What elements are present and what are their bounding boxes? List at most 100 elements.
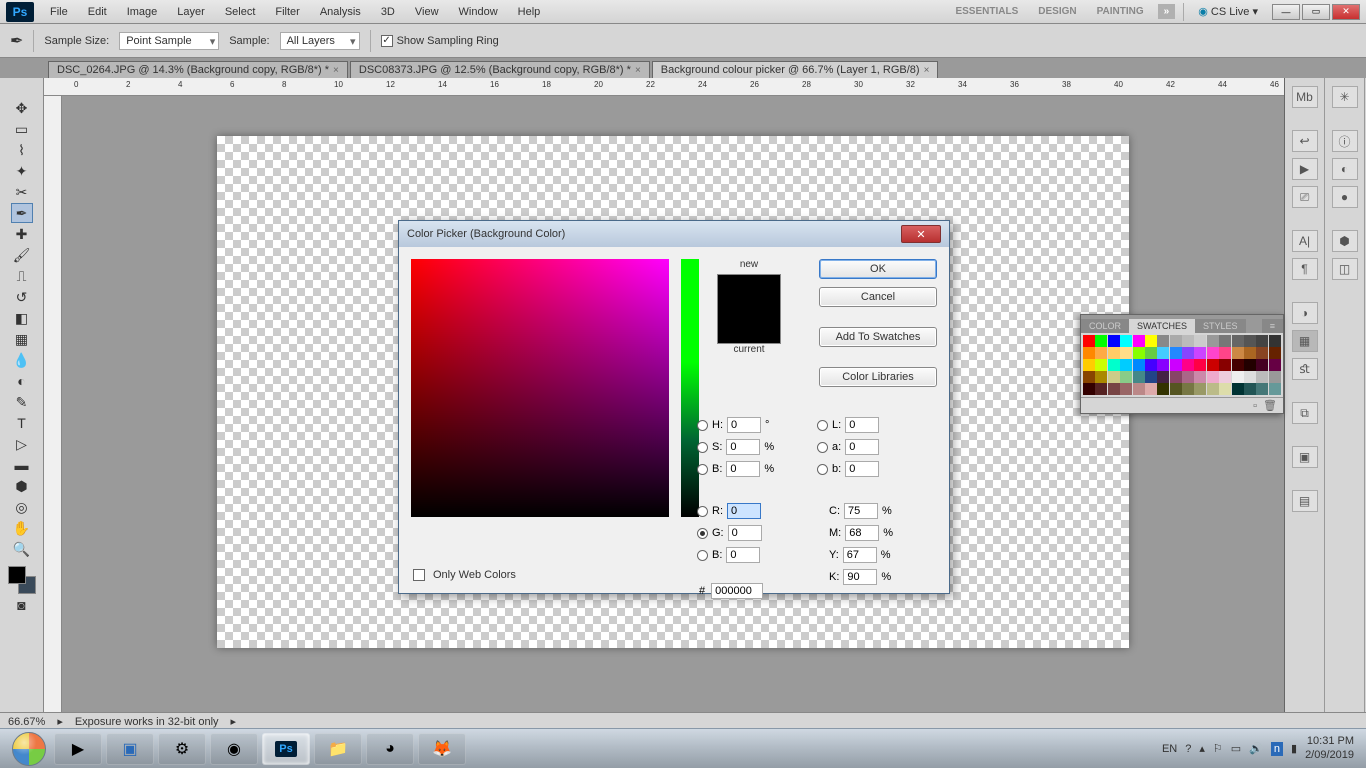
info-icon[interactable]: ⓘ [1332, 130, 1358, 152]
adjustments-icon[interactable]: ◐ [1332, 158, 1358, 180]
styles-tab[interactable]: STYLES [1195, 319, 1246, 333]
swatch-cell[interactable] [1207, 371, 1219, 383]
swatch-cell[interactable] [1194, 383, 1206, 395]
a-input[interactable]: 0 [845, 439, 879, 455]
swatch-cell[interactable] [1108, 383, 1120, 395]
swatch-cell[interactable] [1207, 359, 1219, 371]
swatch-cell[interactable] [1244, 383, 1256, 395]
l-input[interactable]: 0 [845, 417, 879, 433]
swatch-cell[interactable] [1133, 383, 1145, 395]
cancel-button[interactable]: Cancel [819, 287, 937, 307]
swatch-cell[interactable] [1219, 371, 1231, 383]
properties-icon[interactable]: ⎚ [1292, 186, 1318, 208]
color-swatches[interactable] [8, 566, 36, 594]
swatch-cell[interactable] [1133, 335, 1145, 347]
styles-icon[interactable]: ﬆ [1292, 358, 1318, 380]
swatch-cell[interactable] [1145, 383, 1157, 395]
dialog-close-button[interactable]: ✕ [901, 225, 941, 243]
workspace-design[interactable]: DESIGN [1032, 4, 1082, 19]
path-tool[interactable]: ▷ [11, 434, 33, 454]
swatch-cell[interactable] [1120, 383, 1132, 395]
magic-wand-tool[interactable]: ✦ [11, 161, 33, 181]
swatch-cell[interactable] [1256, 371, 1268, 383]
l-radio[interactable] [817, 420, 828, 431]
character-icon[interactable]: A| [1292, 230, 1318, 252]
workspace-painting[interactable]: PAINTING [1091, 4, 1150, 19]
minibridge-icon[interactable]: Mb [1292, 86, 1318, 108]
swatch-cell[interactable] [1170, 347, 1182, 359]
swatch-cell[interactable] [1170, 335, 1182, 347]
move-tool[interactable]: ✥ [11, 98, 33, 118]
menu-layer[interactable]: Layer [167, 3, 215, 21]
swatch-cell[interactable] [1157, 347, 1169, 359]
swatch-cell[interactable] [1219, 335, 1231, 347]
tray-app-icon[interactable]: n [1271, 742, 1283, 756]
hex-input[interactable]: 000000 [711, 583, 763, 599]
lab-b-input[interactable]: 0 [845, 461, 879, 477]
swatch-cell[interactable] [1194, 371, 1206, 383]
menu-view[interactable]: View [405, 3, 449, 21]
marquee-tool[interactable]: ▭ [11, 119, 33, 139]
document-tab-active[interactable]: Background colour picker @ 66.7% (Layer … [652, 61, 939, 78]
hand-tool[interactable]: ✋ [11, 518, 33, 538]
swatch-cell[interactable] [1244, 347, 1256, 359]
workspace-essentials[interactable]: ESSENTIALS [949, 4, 1024, 19]
document-tab[interactable]: DSC08373.JPG @ 12.5% (Background copy, R… [350, 61, 650, 78]
menu-image[interactable]: Image [117, 3, 168, 21]
swatch-cell[interactable] [1232, 359, 1244, 371]
hue-slider[interactable] [681, 259, 699, 517]
panel-menu-icon[interactable]: ≡ [1262, 319, 1283, 333]
sample-size-dropdown[interactable]: Point Sample [119, 32, 219, 50]
swatch-cell[interactable] [1269, 335, 1281, 347]
healing-tool[interactable]: ✚ [11, 224, 33, 244]
tab-close-icon[interactable]: × [635, 65, 641, 76]
menu-help[interactable]: Help [508, 3, 551, 21]
measure-icon[interactable]: ◫ [1332, 258, 1358, 280]
color-libraries-button[interactable]: Color Libraries [819, 367, 937, 387]
swatch-cell[interactable] [1207, 347, 1219, 359]
swatch-cell[interactable] [1095, 371, 1107, 383]
swatch-cell[interactable] [1244, 371, 1256, 383]
k-input[interactable]: 90 [843, 569, 877, 585]
swatch-cell[interactable] [1182, 371, 1194, 383]
battery-icon[interactable]: ▮ [1291, 742, 1297, 755]
s-radio[interactable] [697, 442, 708, 453]
taskbar-chrome-icon[interactable]: ◕ [366, 733, 414, 765]
dialog-titlebar[interactable]: Color Picker (Background Color) ✕ [399, 221, 949, 247]
swatch-cell[interactable] [1219, 347, 1231, 359]
g-radio[interactable] [697, 528, 708, 539]
swatch-cell[interactable] [1157, 383, 1169, 395]
sample-dropdown[interactable]: All Layers [280, 32, 360, 50]
taskbar-mediaplayer-icon[interactable]: ▶ [54, 733, 102, 765]
b-input[interactable]: 0 [726, 461, 760, 477]
swatches-tab[interactable]: SWATCHES [1129, 319, 1195, 333]
h-input[interactable]: 0 [727, 417, 761, 433]
swatch-cell[interactable] [1108, 335, 1120, 347]
dodge-tool[interactable]: ◐ [11, 371, 33, 391]
taskbar-photoshop-icon[interactable]: Ps [262, 733, 310, 765]
shape-tool[interactable]: ▬ [11, 455, 33, 475]
swatch-cell[interactable] [1157, 371, 1169, 383]
lasso-tool[interactable]: ⌇ [11, 140, 33, 160]
swatch-cell[interactable] [1232, 371, 1244, 383]
swatch-cell[interactable] [1269, 371, 1281, 383]
swatch-cell[interactable] [1170, 371, 1182, 383]
tray-chevron-icon[interactable]: ▴ [1199, 742, 1205, 755]
swatch-cell[interactable] [1194, 335, 1206, 347]
swatch-cell[interactable] [1133, 347, 1145, 359]
swatch-cell[interactable] [1120, 359, 1132, 371]
ok-button[interactable]: OK [819, 259, 937, 279]
quickmask-tool[interactable]: ◙ [11, 595, 33, 615]
taskbar-hp-icon[interactable]: ◉ [210, 733, 258, 765]
swatch-cell[interactable] [1219, 359, 1231, 371]
eraser-tool[interactable]: ◧ [11, 308, 33, 328]
swatch-cell[interactable] [1095, 383, 1107, 395]
b-radio[interactable] [697, 464, 708, 475]
pen-tool[interactable]: ✎ [11, 392, 33, 412]
document-tab[interactable]: DSC_0264.JPG @ 14.3% (Background copy, R… [48, 61, 348, 78]
paragraph-icon[interactable]: ¶ [1292, 258, 1318, 280]
taskbar-explorer-icon[interactable]: 📁 [314, 733, 362, 765]
s-input[interactable]: 0 [726, 439, 760, 455]
g-input[interactable]: 0 [728, 525, 762, 541]
rgb-b-radio[interactable] [697, 550, 708, 561]
